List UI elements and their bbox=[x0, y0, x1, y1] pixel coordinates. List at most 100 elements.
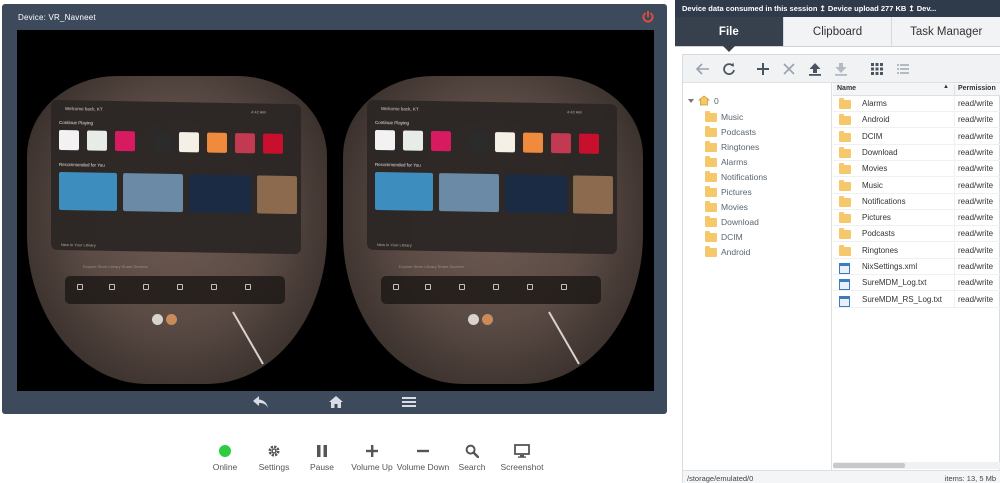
tree-item-movies[interactable]: Movies bbox=[705, 200, 748, 214]
list-view-icon[interactable] bbox=[895, 61, 911, 77]
sort-up-icon[interactable]: ▲ bbox=[943, 84, 949, 90]
folder-icon bbox=[705, 230, 717, 242]
settings-button[interactable]: Settings bbox=[255, 442, 293, 472]
file-row[interactable]: Android read/write bbox=[833, 112, 1000, 129]
file-toolbar bbox=[683, 55, 1000, 83]
file-row[interactable]: Ringtones read/write bbox=[833, 242, 1000, 259]
vr-thumbnail bbox=[439, 173, 499, 213]
vr-dock-icon bbox=[393, 284, 399, 290]
tab-clipboard[interactable]: Clipboard bbox=[782, 17, 892, 46]
vr-tile bbox=[263, 133, 283, 154]
tree-item-dcim[interactable]: DCIM bbox=[705, 230, 743, 244]
file-name: Podcasts bbox=[862, 229, 895, 239]
folder-icon bbox=[705, 125, 717, 137]
tab-file[interactable]: File bbox=[675, 17, 783, 52]
volume-up-button[interactable]: Volume Up bbox=[349, 442, 395, 472]
file-name: Ringtones bbox=[862, 245, 899, 255]
vr-status-label: 4:42 AM bbox=[567, 109, 582, 115]
back-icon[interactable] bbox=[250, 393, 272, 411]
tree-item-android[interactable]: Android bbox=[705, 245, 750, 259]
download-icon[interactable] bbox=[833, 61, 849, 77]
tree-item-label: Movies bbox=[721, 202, 748, 212]
file-row[interactable]: Download read/write bbox=[833, 144, 1000, 161]
tree-item-label: Download bbox=[721, 217, 759, 227]
vr-thumbnail bbox=[573, 175, 613, 215]
file-icon bbox=[839, 279, 850, 291]
search-icon bbox=[465, 444, 479, 458]
grid-view-icon[interactable] bbox=[869, 61, 885, 77]
file-permission: read/write bbox=[954, 193, 993, 210]
file-row[interactable]: Podcasts read/write bbox=[833, 226, 1000, 243]
vr-tile bbox=[87, 130, 107, 151]
file-row[interactable]: SureMDM_Log.txt read/write bbox=[833, 275, 1000, 292]
file-name: NixSettings.xml bbox=[862, 262, 918, 271]
tree-root[interactable]: 0 bbox=[687, 95, 719, 106]
tree-item-label: DCIM bbox=[721, 232, 743, 242]
tree-item-alarms[interactable]: Alarms bbox=[705, 155, 747, 169]
file-row[interactable]: Alarms read/write bbox=[833, 96, 1000, 112]
file-permission: read/write bbox=[954, 177, 993, 194]
vr-tile bbox=[551, 133, 571, 154]
volume-down-button[interactable]: Volume Down bbox=[395, 442, 451, 472]
power-icon[interactable] bbox=[641, 10, 655, 24]
scrollbar-thumb[interactable] bbox=[833, 463, 905, 468]
file-row[interactable]: Pictures read/write bbox=[833, 210, 1000, 227]
file-row[interactable]: SureMDM_RS_Log.txt read/write bbox=[833, 291, 1000, 308]
plus-icon bbox=[366, 445, 378, 457]
vr-tile bbox=[115, 130, 135, 152]
tree-root-label: 0 bbox=[714, 95, 719, 106]
tree-item-podcasts[interactable]: Podcasts bbox=[705, 125, 756, 139]
file-name: Download bbox=[862, 147, 898, 157]
vr-tile bbox=[153, 131, 173, 152]
file-row[interactable]: NixSettings.xml read/write bbox=[833, 259, 1000, 275]
vr-library-label: New in Your Library bbox=[377, 241, 412, 248]
file-permission: read/write bbox=[954, 242, 993, 259]
tree-item-ringtones[interactable]: Ringtones bbox=[705, 140, 759, 154]
tree-item-pictures[interactable]: Pictures bbox=[705, 185, 752, 199]
column-header-name[interactable]: Name bbox=[837, 85, 856, 92]
file-permission: read/write bbox=[954, 210, 993, 227]
file-permission: read/write bbox=[954, 161, 993, 178]
vr-right-lens: Welcome back, KT 4:42 AM Continue Playin… bbox=[343, 76, 643, 384]
volume-down-label: Volume Down bbox=[396, 462, 450, 472]
back-arrow-icon[interactable] bbox=[695, 61, 711, 77]
items-count: items: 13, 5 Mb bbox=[944, 474, 996, 483]
vr-tile bbox=[403, 130, 423, 151]
vr-dock-tabs: Explore Store Library Share Devices bbox=[399, 264, 464, 269]
vr-dock-icon bbox=[459, 284, 465, 290]
refresh-icon[interactable] bbox=[721, 61, 737, 77]
home-icon[interactable] bbox=[325, 393, 347, 411]
file-row[interactable]: Notifications read/write bbox=[833, 193, 1000, 210]
tree-item-label: Podcasts bbox=[721, 127, 756, 137]
folder-icon bbox=[839, 212, 851, 224]
online-status: Online bbox=[209, 442, 241, 472]
vr-dock-icon bbox=[561, 284, 567, 290]
device-screen[interactable]: Welcome back, KT 4:42 AM Continue Playin… bbox=[17, 30, 654, 391]
pause-button[interactable]: Pause bbox=[307, 442, 337, 472]
delete-icon[interactable] bbox=[781, 61, 797, 77]
file-row[interactable]: DCIM read/write bbox=[833, 128, 1000, 145]
pause-icon bbox=[317, 445, 327, 457]
screenshot-button[interactable]: Screenshot bbox=[499, 442, 545, 472]
vr-dock bbox=[65, 276, 285, 304]
tree-item-music[interactable]: Music bbox=[705, 110, 743, 124]
horizontal-scrollbar[interactable] bbox=[833, 462, 1000, 469]
file-permission: read/write bbox=[954, 291, 993, 308]
folder-tree: 0 Music Podcasts Ringtones Alarms Notifi… bbox=[683, 83, 832, 470]
grid-header: Name ▲ Permission bbox=[833, 83, 1000, 96]
file-permission: read/write bbox=[954, 275, 993, 292]
add-icon[interactable] bbox=[755, 61, 771, 77]
tab-task-manager[interactable]: Task Manager bbox=[891, 17, 1000, 46]
file-row[interactable]: Movies read/write bbox=[833, 161, 1000, 178]
tree-item-label: Ringtones bbox=[721, 142, 760, 152]
column-header-permission[interactable]: Permission bbox=[954, 85, 996, 96]
menu-icon[interactable] bbox=[398, 393, 420, 411]
tree-item-notifications[interactable]: Notifications bbox=[705, 170, 767, 184]
search-button[interactable]: Search bbox=[457, 442, 487, 472]
folder-icon bbox=[705, 200, 717, 212]
settings-label: Settings bbox=[258, 462, 290, 472]
file-name: SureMDM_Log.txt bbox=[862, 278, 927, 288]
file-row[interactable]: Music read/write bbox=[833, 177, 1000, 194]
upload-icon[interactable] bbox=[807, 61, 823, 77]
tree-item-download[interactable]: Download bbox=[705, 215, 759, 229]
